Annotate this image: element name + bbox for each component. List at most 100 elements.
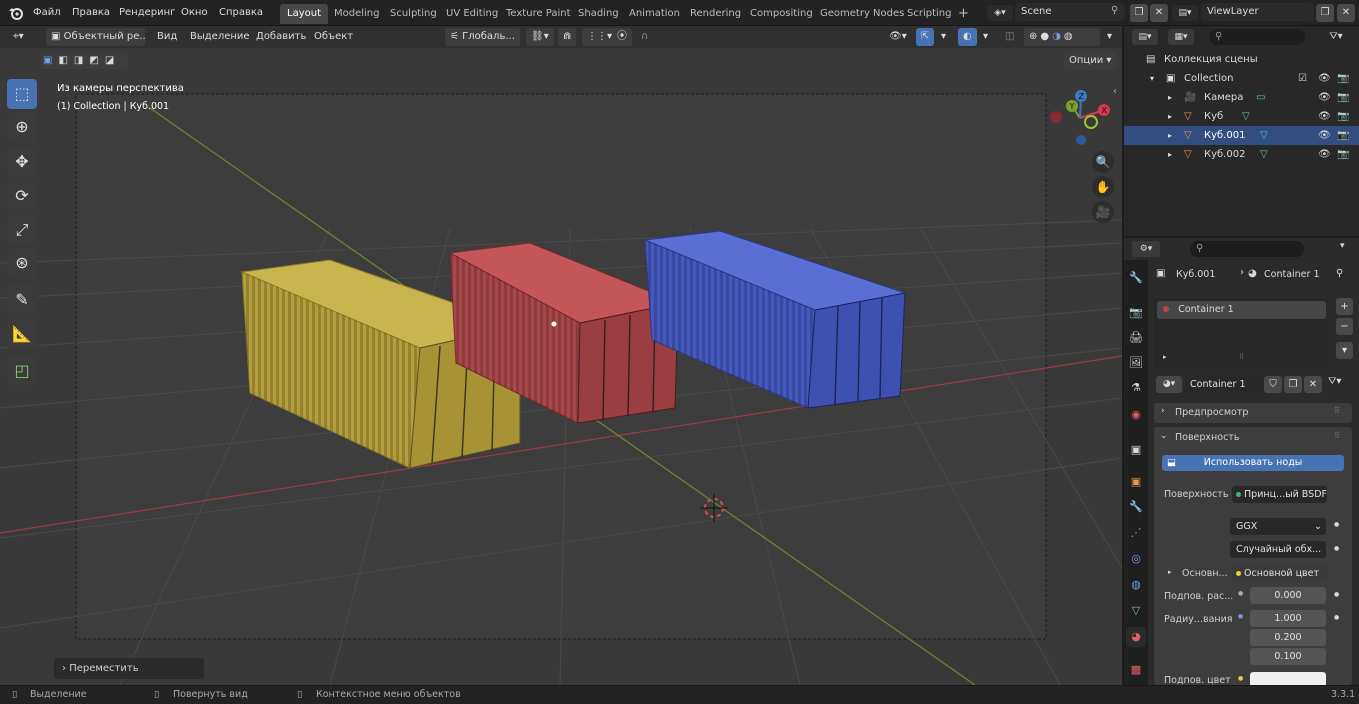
solid-shading-icon[interactable]: ● <box>1040 31 1052 42</box>
options-button[interactable]: Опции ▾ <box>1064 52 1116 70</box>
expand-arrow-icon[interactable]: ▸ <box>1168 145 1172 164</box>
wireframe-shading-icon[interactable]: ⊕ <box>1029 31 1040 42</box>
world-tab-icon[interactable]: ◉ <box>1126 405 1146 425</box>
select-box-tool-icon[interactable]: ⬚ <box>7 79 37 109</box>
tree-row-camera[interactable]: ▸ 🎥 Камера ▭ 👁 📷 <box>1124 88 1359 107</box>
socket-dot[interactable]: ● <box>1238 613 1243 620</box>
rendered-shading-icon[interactable]: ◍ <box>1064 31 1076 42</box>
duplicate-material-icon[interactable]: ❐ <box>1284 376 1302 393</box>
tab-shading[interactable]: Shading <box>571 4 626 24</box>
scene-browse-icon[interactable]: ◈▾ <box>987 5 1013 21</box>
constraints-tab-icon[interactable]: ◍ <box>1126 575 1146 595</box>
mode-select[interactable]: ▣ Объектный ре... <box>46 28 145 46</box>
tree-row-cube-002[interactable]: ▸ ▽ Куб.002 ▽ 👁 📷 <box>1124 145 1359 164</box>
drag-handle-icon[interactable]: ⠿ <box>1334 406 1340 415</box>
view-layer-browse-icon[interactable]: ▤▾ <box>1172 5 1198 21</box>
visibility-eye-icon[interactable]: 👁 <box>1318 69 1331 88</box>
transform-tool-icon[interactable]: ⊛ <box>7 248 37 278</box>
pin-icon[interactable]: ⚲ <box>1111 5 1118 16</box>
surface-shader-field[interactable]: Принц...ый BSDF <box>1232 486 1327 503</box>
radius-x-field[interactable]: 1.000 <box>1250 610 1326 627</box>
scene-tab-icon[interactable]: ⚗ <box>1126 378 1146 398</box>
link-type-icon[interactable]: ⛛▾ <box>1328 376 1341 387</box>
pivot-point-icon[interactable]: ⛓▾ <box>526 28 554 46</box>
preview-panel-header[interactable]: › Предпросмотр ⠿ <box>1154 403 1352 423</box>
cursor-tool-icon[interactable]: ⊕ <box>7 112 37 142</box>
select-intersect-icon[interactable]: ◪ <box>105 55 120 66</box>
filter-icon[interactable]: ⛛▾ <box>1321 29 1351 45</box>
outliner-editor-type-icon[interactable]: ▤▾ <box>1132 29 1158 45</box>
material-slot-item[interactable]: Container 1 <box>1157 301 1326 319</box>
new-scene-icon[interactable]: ❐ <box>1130 4 1148 22</box>
visibility-eye-icon[interactable]: 👁 <box>1318 88 1331 107</box>
shading-mode-group[interactable]: ⊕●◑◍ <box>1024 28 1100 46</box>
overlay-toggle-icon[interactable]: ◐ <box>958 28 977 46</box>
navigation-gizmo[interactable]: X Y Z <box>1045 88 1115 148</box>
socket-dot[interactable]: ● <box>1334 614 1339 621</box>
render-camera-icon[interactable]: 📷 <box>1337 107 1349 126</box>
remove-slot-icon[interactable]: − <box>1336 318 1353 335</box>
last-operator-panel[interactable]: › Переместить <box>54 658 204 679</box>
socket-dot[interactable]: ● <box>1238 590 1243 597</box>
gizmo-toggle-icon[interactable]: ⇱ <box>916 28 935 46</box>
scale-tool-icon[interactable]: ⤢ <box>7 215 37 245</box>
output-tab-icon[interactable]: 🖨 <box>1126 328 1146 348</box>
socket-dot[interactable]: ● <box>1334 545 1339 552</box>
radius-z-field[interactable]: 0.100 <box>1250 648 1326 665</box>
base-color-link-field[interactable]: Основной цвет <box>1232 565 1327 582</box>
scene-name-field[interactable]: Scene <box>1015 3 1125 21</box>
physics-tab-icon[interactable]: ◎ <box>1126 549 1146 569</box>
tool-tab-icon[interactable]: 🔧 <box>1126 268 1146 288</box>
tab-rendering[interactable]: Rendering <box>683 4 748 24</box>
tree-row-cube-001[interactable]: ▸ ▽ Куб.001 ▽ 👁 📷 <box>1124 126 1359 145</box>
tab-uv-editing[interactable]: UV Editing <box>439 4 505 24</box>
select-subtract-icon[interactable]: ◨ <box>74 55 89 66</box>
expand-arrow-icon[interactable]: ▸ <box>1168 88 1172 107</box>
render-camera-icon[interactable]: 📷 <box>1337 88 1349 107</box>
socket-dot[interactable]: ● <box>1238 675 1243 682</box>
socket-dot[interactable]: ● <box>1334 521 1339 528</box>
use-nodes-button[interactable]: ⬓ Использовать ноды <box>1162 455 1344 471</box>
render-camera-icon[interactable]: 📷 <box>1337 145 1349 164</box>
mesh-data-icon[interactable]: ▽ <box>1260 145 1268 164</box>
new-view-layer-icon[interactable]: ❐ <box>1316 4 1334 22</box>
material-slot-list[interactable]: Container 1 ▸ ⠿ <box>1154 298 1329 368</box>
scene-canvas[interactable] <box>0 48 1122 685</box>
add-workspace-button[interactable]: + <box>951 4 976 24</box>
drag-handle-icon[interactable]: ⠿ <box>1334 431 1340 440</box>
menu-object[interactable]: Объект <box>309 28 358 46</box>
particles-tab-icon[interactable]: ⋰ <box>1126 523 1146 543</box>
fake-user-shield-icon[interactable]: ⛉ <box>1264 376 1282 393</box>
tree-row-collection[interactable]: ▾ ▣ Collection ☑ 👁 📷 <box>1124 69 1359 88</box>
display-mode-icon[interactable]: ▦▾ <box>1168 29 1194 45</box>
tree-row-cube[interactable]: ▸ ▽ Куб ▽ 👁 📷 <box>1124 107 1359 126</box>
unlink-material-icon[interactable]: ✕ <box>1304 376 1322 393</box>
pan-hand-icon[interactable]: ✋ <box>1092 176 1114 198</box>
tab-layout[interactable]: Layout <box>280 4 328 24</box>
pin-icon[interactable]: ⚲ <box>1336 268 1343 279</box>
proportional-edit-icon[interactable]: ⦿ <box>612 28 632 46</box>
tab-texture-paint[interactable]: Texture Paint <box>499 4 578 24</box>
menu-select[interactable]: Выделение <box>185 28 255 46</box>
view-layer-field[interactable]: ViewLayer <box>1201 3 1314 21</box>
tab-animation[interactable]: Animation <box>622 4 687 24</box>
shading-menu-icon[interactable]: ▾ <box>1102 28 1117 46</box>
overlay-menu-icon[interactable]: ▾ <box>978 28 993 46</box>
radius-y-field[interactable]: 0.200 <box>1250 629 1326 646</box>
mesh-data-icon[interactable]: ▽ <box>1260 126 1268 145</box>
mesh-data-icon[interactable]: ▽ <box>1242 107 1250 126</box>
select-mode-group[interactable]: ▣◧◨◩◪ <box>40 53 128 69</box>
tab-modeling[interactable]: Modeling <box>327 4 387 24</box>
menu-add[interactable]: Добавить <box>251 28 311 46</box>
menu-view[interactable]: Вид <box>152 28 182 46</box>
camera-view-icon[interactable]: 🎥 <box>1092 201 1114 223</box>
expand-arrow-icon[interactable]: ▸ <box>1163 353 1167 361</box>
delete-scene-icon[interactable]: ✕ <box>1150 4 1168 22</box>
tree-row-scene-collection[interactable]: ▤ Коллекция сцены <box>1124 50 1359 69</box>
expand-arrow-icon[interactable]: ▾ <box>1150 69 1154 88</box>
xray-icon[interactable]: ◫ <box>1000 28 1019 46</box>
rotate-tool-icon[interactable]: ⟳ <box>7 181 37 211</box>
expand-arrow-icon[interactable]: ▸ <box>1168 126 1172 145</box>
gizmo-menu-icon[interactable]: ▾ <box>936 28 951 46</box>
material-tab-icon[interactable]: ◕ <box>1126 627 1146 647</box>
